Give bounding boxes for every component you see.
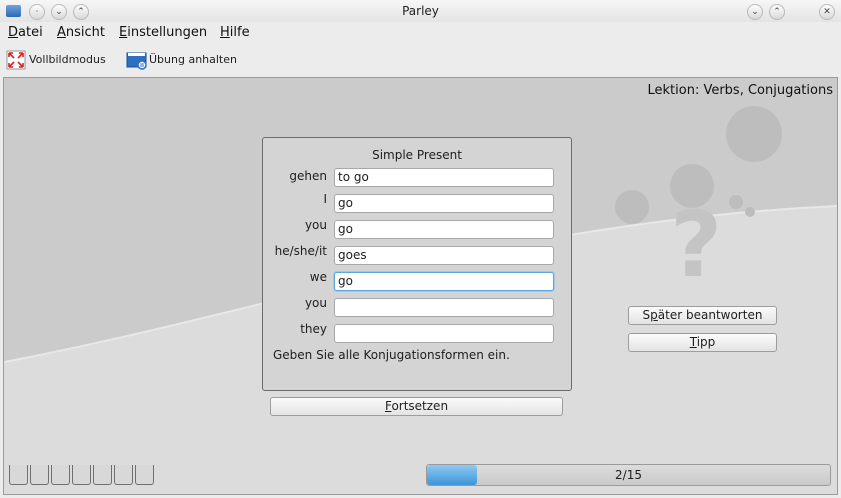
fullscreen-icon	[6, 50, 26, 70]
answer-later-button[interactable]: Später beantworten	[628, 306, 777, 325]
pronoun-label-i: I	[323, 192, 327, 206]
pronoun-label-he-she-it: he/she/it	[274, 244, 327, 258]
fullscreen-button[interactable]: Vollbildmodus	[6, 48, 106, 70]
infinitive-label: gehen	[289, 169, 327, 183]
answer-field-i[interactable]: go	[334, 194, 554, 213]
menu-ansicht[interactable]: Ansicht	[57, 25, 105, 40]
pause-label: Übung anhalten	[149, 52, 237, 66]
continue-button[interactable]: Fortsetzen	[270, 397, 563, 416]
history-slot	[72, 465, 91, 485]
history-slot	[9, 465, 28, 485]
pronoun-label-you-plural: you	[304, 296, 327, 310]
pronoun-label-we: we	[309, 270, 327, 284]
close-icon[interactable]: ✕	[819, 4, 835, 20]
tip-button[interactable]: Tipp	[628, 333, 777, 352]
progress-bar: 2/15	[426, 464, 831, 486]
conjugation-panel: Simple Present gehen to go I go you go h…	[262, 137, 572, 391]
answer-field-he-she-it[interactable]: goes	[334, 246, 554, 265]
infinitive-field[interactable]: to go	[334, 168, 554, 187]
progress-text: 2/15	[615, 468, 642, 482]
history-slot	[93, 465, 112, 485]
toolbar: Vollbildmodus Übung anhalten	[0, 44, 841, 74]
answer-field-we[interactable]: go	[334, 272, 554, 291]
menu-bar: Datei Ansicht Einstellungen Hilfe	[0, 22, 841, 44]
answer-history	[9, 465, 154, 485]
pronoun-label-they: they	[300, 322, 327, 336]
answer-field-you-plural[interactable]	[334, 298, 554, 317]
minimize-icon[interactable]: ⌄	[747, 4, 763, 20]
pause-button[interactable]: Übung anhalten	[126, 48, 237, 70]
answer-field-you[interactable]: go	[334, 220, 554, 239]
history-slot	[135, 465, 154, 485]
lesson-label: Lektion: Verbs, Conjugations	[647, 83, 834, 98]
pronoun-label-you: you	[304, 218, 327, 232]
menu-hilfe[interactable]: Hilfe	[220, 25, 250, 40]
answer-field-they[interactable]	[334, 324, 554, 343]
menu-datei[interactable]: Datei	[8, 25, 43, 40]
practice-area: ? Lektion: Verbs, Conjugations Simple Pr…	[3, 77, 838, 495]
instruction-text: Geben Sie alle Konjugationsformen ein.	[273, 348, 510, 362]
title-bar: · ⌄ ⌃ Parley ⌄ ⌃ ✕	[0, 0, 841, 22]
history-slot	[51, 465, 70, 485]
window-title: Parley	[402, 4, 439, 18]
menu-einstellungen[interactable]: Einstellungen	[119, 25, 207, 40]
history-slot	[114, 465, 133, 485]
svg-text:?: ?	[670, 193, 722, 298]
maximize-icon[interactable]: ⌃	[769, 4, 785, 20]
fullscreen-label: Vollbildmodus	[29, 52, 106, 66]
history-slot	[30, 465, 49, 485]
pause-icon	[126, 50, 147, 70]
tense-title: Simple Present	[372, 148, 462, 162]
